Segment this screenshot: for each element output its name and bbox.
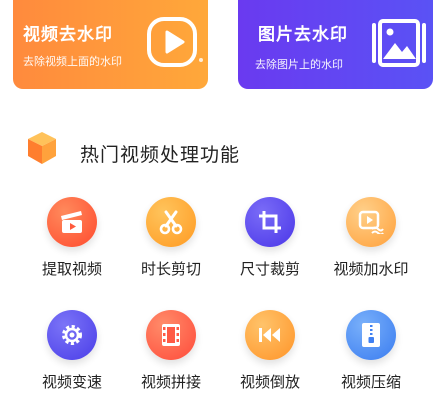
tool-video-compress[interactable]: 视频压缩 — [326, 310, 416, 392]
gear-icon — [47, 310, 97, 360]
tool-video-reverse[interactable]: 视频倒放 — [225, 310, 315, 392]
cube-icon — [27, 131, 57, 169]
clapperboard-icon — [47, 197, 97, 247]
card-subtitle: 去除图片上的水印 — [255, 58, 343, 71]
image-watermark-removal-card[interactable]: 图片去水印 去除图片上的水印 — [238, 0, 433, 89]
tool-label: 提取视频 — [41, 260, 102, 278]
tool-label: 视频加水印 — [333, 260, 409, 278]
film-strip-icon — [146, 310, 196, 360]
tool-extract-video[interactable]: 提取视频 — [27, 197, 117, 279]
tool-duration-cut[interactable]: 时长剪切 — [126, 197, 216, 279]
scissors-icon — [146, 197, 196, 247]
video-watermark-icon — [346, 197, 396, 247]
tool-label: 视频倒放 — [239, 373, 300, 391]
tool-label: 时长剪切 — [140, 260, 201, 278]
rewind-icon — [245, 310, 295, 360]
tool-add-watermark[interactable]: 视频加水印 — [326, 197, 416, 279]
tool-video-merge[interactable]: 视频拼接 — [126, 310, 216, 392]
tool-label: 尺寸裁剪 — [239, 260, 300, 278]
crop-icon — [245, 197, 295, 247]
tool-video-speed[interactable]: 视频变速 — [27, 310, 117, 392]
tool-label: 视频拼接 — [140, 373, 201, 391]
video-watermark-removal-card[interactable]: 视频去水印 去除视频上面的水印 — [13, 0, 208, 89]
card-subtitle: 去除视频上面的水印 — [23, 55, 122, 68]
section-title: 热门视频处理功能 — [80, 144, 241, 166]
tool-size-crop[interactable]: 尺寸裁剪 — [225, 197, 315, 279]
card-title: 视频去水印 — [23, 25, 113, 45]
zip-file-icon — [346, 310, 396, 360]
tool-label: 视频压缩 — [340, 373, 401, 391]
tool-label: 视频变速 — [41, 373, 102, 391]
play-icon — [146, 16, 198, 72]
card-title: 图片去水印 — [258, 25, 348, 45]
image-icon — [370, 15, 428, 75]
